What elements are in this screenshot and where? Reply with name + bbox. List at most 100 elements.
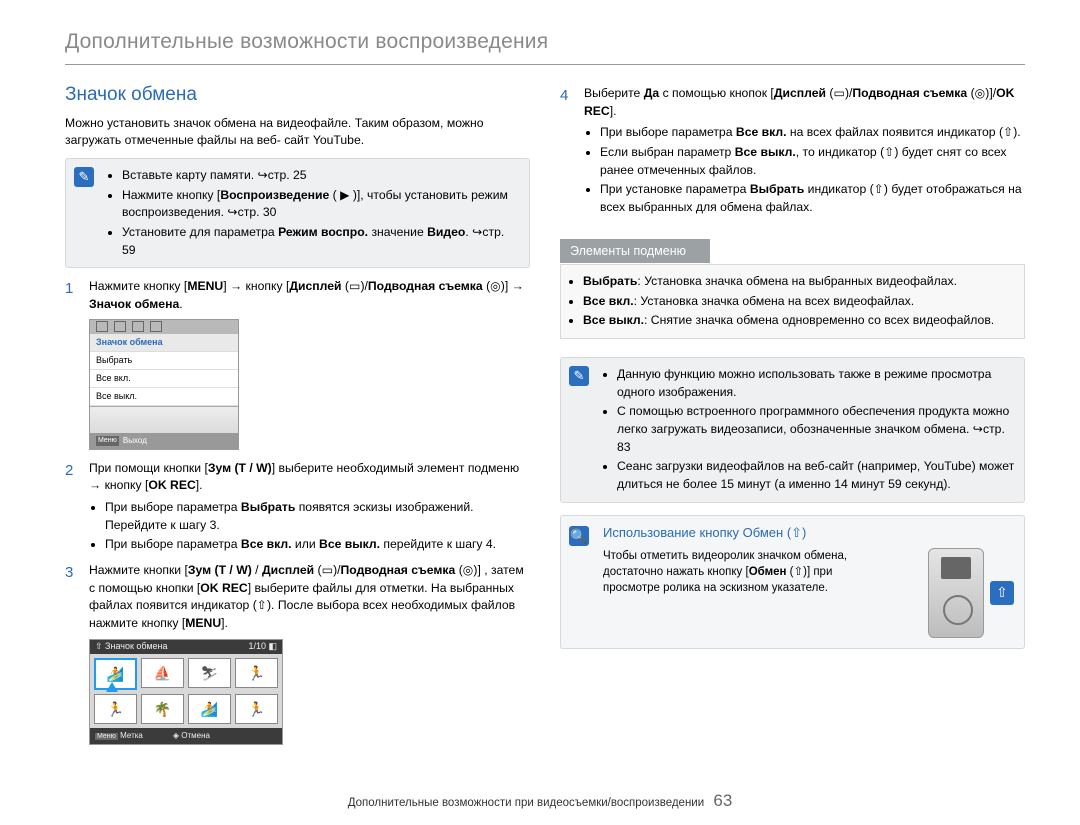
text: : Установка значка обмена на всех видеоф… — [634, 294, 915, 308]
exit-label: Выход — [123, 435, 147, 447]
note-item: С помощью встроенного программного обесп… — [617, 403, 1016, 456]
menu-item: Выбрать — [90, 352, 238, 370]
submenu-header: Элементы подменю — [560, 239, 710, 263]
text: Метка — [120, 731, 143, 740]
thumbnail-screenshot: ⇧ Значок обмена 1/10 ◧ 🏄 ⛵ ⛷ 🏃 🏃 🌴 🏄 🏃 М… — [89, 639, 283, 745]
page-counter: 1/10 — [248, 641, 266, 651]
ss2-footer: Меню Метка ◈ Отмена — [90, 728, 282, 744]
text: OK REC — [200, 581, 247, 595]
step-2: 2 При помощи кнопки [Зум (T / W)] выбери… — [65, 460, 530, 495]
ss1-footer: Меню Выход — [90, 433, 238, 449]
text: . — [465, 225, 472, 239]
text: : Снятие значка обмена одновременно со в… — [644, 313, 994, 327]
section-title: Значок обмена — [65, 81, 530, 109]
text: С помощью встроенного программного обесп… — [617, 404, 1009, 436]
prereq-item: Установите для параметра Режим воспро. з… — [122, 224, 521, 259]
text: Все выкл. — [583, 313, 644, 327]
thumbnail: 🏃 — [94, 694, 137, 724]
text: (▭)/ — [826, 86, 852, 100]
magnifier-icon: 🔍 — [569, 526, 589, 546]
right-column: 4 Выберите Да с помощью кнопок [Дисплей … — [560, 81, 1025, 755]
text: Да — [644, 86, 659, 100]
text: Выбрать — [241, 500, 295, 514]
sub-bullet: Если выбран параметр Все выкл., то индик… — [600, 144, 1025, 179]
step-number: 2 — [65, 460, 79, 495]
text: Обмен — [749, 566, 787, 578]
sub-bullet: При выборе параметра Все вкл. на всех фа… — [600, 124, 1025, 142]
prereq-note-box: ✎ Вставьте карту памяти. ↪стр. 25 Нажмит… — [65, 158, 530, 268]
step-body: Нажмите кнопки [Зум (T / W) / Дисплей (▭… — [89, 562, 530, 633]
text: Нажмите кнопки [ — [89, 563, 188, 577]
text: Все выкл. — [735, 145, 796, 159]
submenu-item: Выбрать: Установка значка обмена на выбр… — [583, 273, 1018, 291]
text: (◎)]/ — [967, 86, 996, 100]
step-body: Нажмите кнопку [MENU] → кнопку [Дисплей … — [89, 278, 530, 313]
step-1: 1 Нажмите кнопку [MENU] → кнопку [Диспле… — [65, 278, 530, 313]
tab-icon — [132, 321, 144, 332]
text: Нажмите кнопку [ — [89, 279, 187, 293]
text: Зум (T / W) — [208, 461, 272, 475]
footer-label: Дополнительные возможности при видеосъем… — [348, 797, 704, 809]
camera-icon — [928, 548, 984, 638]
text: MENU — [187, 279, 223, 293]
step-4: 4 Выберите Да с помощью кнопок [Дисплей … — [560, 85, 1025, 120]
thumbnail: 🌴 — [141, 694, 184, 724]
text: MENU — [185, 616, 221, 630]
menu-item: Все вкл. — [90, 370, 238, 388]
text: Дисплей — [262, 563, 314, 577]
share-body-text: Чтобы отметить видеоролик значком обмена… — [603, 548, 886, 638]
text: (▭)/ — [342, 279, 368, 293]
text: перейдите к шагу 4. — [380, 537, 496, 551]
info-note-box: ✎ Данную функцию можно использовать такж… — [560, 357, 1025, 503]
step-number: 1 — [65, 278, 79, 313]
text: (◎)] → — [483, 279, 524, 293]
key-label: Меню — [95, 733, 118, 740]
text: значение — [368, 225, 427, 239]
text: : Установка значка обмена на выбранных в… — [637, 274, 957, 288]
key-label: ◈ — [173, 731, 179, 740]
chapter-title: Дополнительные возможности воспроизведен… — [65, 30, 1025, 54]
text: Все вкл. — [241, 537, 292, 551]
text: Нажмите кнопку [ — [122, 188, 220, 202]
text: Значок обмена — [105, 641, 167, 651]
note-item: Сеанс загрузки видеофайлов на веб-сайт (… — [617, 458, 1016, 493]
text: При выборе параметра — [105, 537, 241, 551]
tab-icon — [96, 321, 108, 332]
share-tip-box: 🔍 Использование кнопку Обмен (⇧) Чтобы о… — [560, 515, 1025, 649]
sub-bullet: При установке параметра Выбрать индикато… — [600, 181, 1025, 216]
left-column: Значок обмена Можно установить значок об… — [65, 81, 530, 755]
sub-bullet: При выборе параметра Все вкл. или Все вы… — [105, 536, 530, 554]
ss2-header: ⇧ Значок обмена 1/10 ◧ — [90, 640, 282, 654]
menu-item: Все выкл. — [90, 388, 238, 406]
thumbnail: 🏃 — [235, 694, 278, 724]
step-number: 4 — [560, 85, 574, 120]
text: Подводная съемка — [341, 563, 456, 577]
text: При помощи кнопки [ — [89, 461, 208, 475]
text: или — [292, 537, 320, 551]
tab-icon — [150, 321, 162, 332]
ss1-preview — [90, 407, 238, 433]
step-number: 3 — [65, 562, 79, 633]
thumbnail: 🏄 — [94, 658, 137, 690]
text: на всех файлах появится индикатор (⇧). — [787, 125, 1021, 139]
text: ] → кнопку [ — [223, 279, 289, 293]
note-item: Данную функцию можно использовать также … — [617, 366, 1016, 401]
text: ]. — [221, 616, 228, 630]
divider — [65, 64, 1025, 65]
submenu-box: Выбрать: Установка значка обмена на выбр… — [560, 264, 1025, 339]
text: При выборе параметра — [600, 125, 736, 139]
text: При выборе параметра — [105, 500, 241, 514]
text: Выберите — [584, 86, 644, 100]
text: Видео — [427, 225, 465, 239]
text: Выбрать — [583, 274, 637, 288]
text: Зум (T / W) — [188, 563, 252, 577]
text: Установите для параметра — [122, 225, 278, 239]
text: Все вкл. — [583, 294, 634, 308]
thumbnail: ⛵ — [141, 658, 184, 688]
step-3: 3 Нажмите кнопки [Зум (T / W) / Дисплей … — [65, 562, 530, 633]
text: стр. 25 — [268, 168, 307, 182]
text: стр. 30 — [238, 205, 277, 219]
tab-icon — [114, 321, 126, 332]
text: Отмена — [181, 731, 210, 740]
camera-illustration: ⇧ — [894, 548, 1014, 638]
